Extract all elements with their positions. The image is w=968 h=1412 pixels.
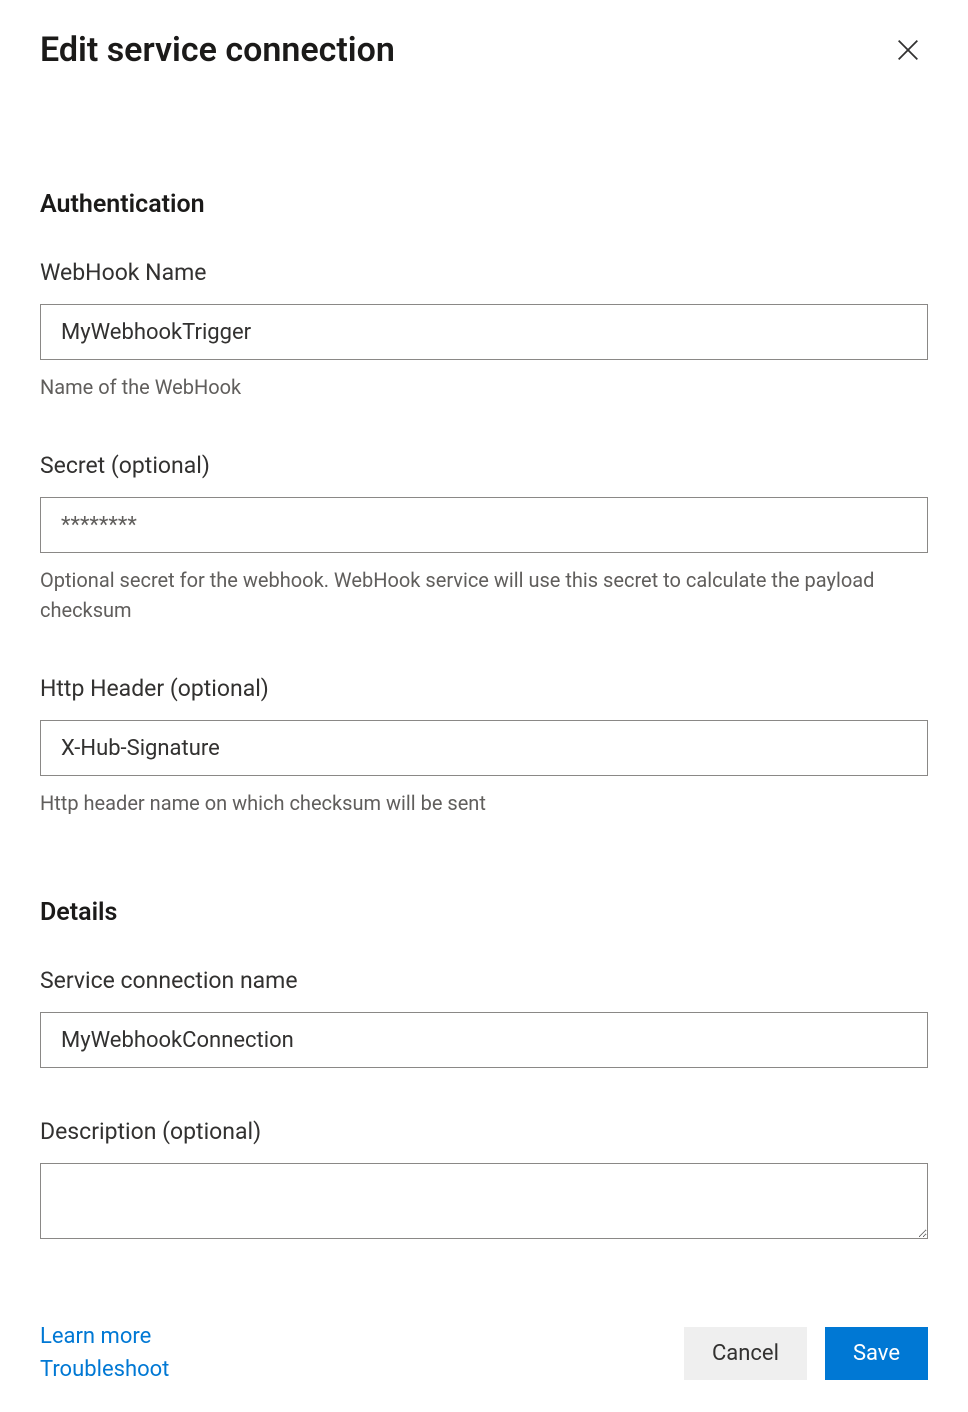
http-header-label: Http Header (optional) xyxy=(40,675,928,702)
description-field-group: Description (optional) xyxy=(40,1118,928,1243)
http-header-input[interactable] xyxy=(40,720,928,776)
description-input[interactable] xyxy=(40,1163,928,1239)
webhook-name-label: WebHook Name xyxy=(40,259,928,286)
footer-buttons: Cancel Save xyxy=(684,1327,928,1380)
webhook-name-help: Name of the WebHook xyxy=(40,372,928,402)
connection-name-input[interactable] xyxy=(40,1012,928,1068)
description-label: Description (optional) xyxy=(40,1118,928,1145)
footer-links: Learn more Troubleshoot xyxy=(40,1324,169,1382)
save-button[interactable]: Save xyxy=(825,1327,928,1380)
dialog-title: Edit service connection xyxy=(40,30,395,70)
cancel-button[interactable]: Cancel xyxy=(684,1327,807,1380)
dialog-content: Authentication WebHook Name Name of the … xyxy=(0,80,968,1292)
dialog-header: Edit service connection xyxy=(0,0,968,80)
secret-help: Optional secret for the webhook. WebHook… xyxy=(40,565,928,625)
close-button[interactable] xyxy=(888,30,928,70)
secret-input[interactable] xyxy=(40,497,928,553)
close-icon xyxy=(894,36,922,64)
connection-name-label: Service connection name xyxy=(40,967,928,994)
http-header-field-group: Http Header (optional) Http header name … xyxy=(40,675,928,818)
webhook-name-field-group: WebHook Name Name of the WebHook xyxy=(40,259,928,402)
secret-field-group: Secret (optional) Optional secret for th… xyxy=(40,452,928,625)
learn-more-link[interactable]: Learn more xyxy=(40,1324,169,1349)
connection-name-field-group: Service connection name xyxy=(40,967,928,1068)
webhook-name-input[interactable] xyxy=(40,304,928,360)
secret-label: Secret (optional) xyxy=(40,452,928,479)
details-section-title: Details xyxy=(40,898,928,927)
dialog-footer: Learn more Troubleshoot Cancel Save xyxy=(0,1304,968,1412)
troubleshoot-link[interactable]: Troubleshoot xyxy=(40,1357,169,1382)
authentication-section-title: Authentication xyxy=(40,190,928,219)
http-header-help: Http header name on which checksum will … xyxy=(40,788,928,818)
